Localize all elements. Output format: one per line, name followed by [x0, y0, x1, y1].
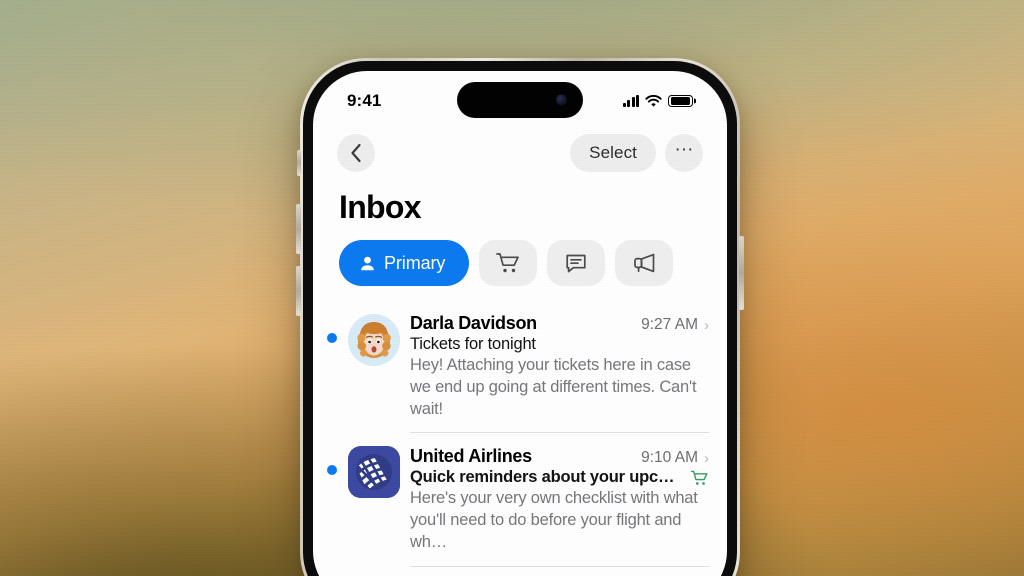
power-button[interactable] — [739, 236, 744, 310]
chevron-right-icon: › — [704, 449, 709, 467]
ellipsis-icon: ··· — [674, 138, 694, 160]
volume-down-button[interactable] — [296, 266, 301, 316]
page-title: Inbox — [339, 189, 422, 225]
status-indicators — [622, 94, 693, 108]
phone-screen: 9:41 Select ··· Inbox Primary Darla Davi… — [313, 71, 727, 576]
tab-primary[interactable]: Primary — [339, 240, 470, 286]
navigation-bar: Select ··· — [313, 125, 727, 177]
email-list: Darla Davidson 9:27 AM › Tickets for ton… — [313, 286, 727, 576]
united-airlines-logo-icon — [348, 446, 400, 499]
phone-bezel: 9:41 Select ··· Inbox Primary Darla Davi… — [303, 61, 737, 576]
unread-indicator — [327, 465, 337, 476]
memoji-avatar-icon — [348, 314, 400, 366]
wallpaper-background: 9:41 Select ··· Inbox Primary Darla Davi… — [0, 0, 1024, 576]
status-time: 9:41 — [347, 91, 382, 110]
avatar — [348, 314, 400, 366]
chevron-right-icon: › — [704, 316, 709, 334]
megaphone-icon — [633, 253, 655, 273]
shopping-cart-icon — [690, 469, 709, 487]
silent-switch[interactable] — [297, 150, 301, 176]
avatar — [348, 446, 400, 499]
battery-full-icon — [668, 94, 693, 108]
email-time: 9:27 AM — [641, 316, 698, 333]
tab-primary-label: Primary — [384, 252, 446, 273]
email-content: United Airlines 9:10 AM › Quick reminder… — [410, 432, 709, 565]
email-content: Liz, Kristina & Melody 8:58 AM › Friday … — [410, 565, 709, 576]
speech-bubble-icon — [566, 254, 586, 273]
email-meta: 9:27 AM › — [641, 316, 709, 334]
email-subject: Quick reminders about your upcoming… — [410, 468, 683, 487]
email-row[interactable]: Darla Davidson 9:27 AM › Tickets for ton… — [313, 300, 727, 432]
wifi-icon — [645, 94, 662, 107]
email-subject: Tickets for tonight — [410, 335, 536, 353]
status-bar: 9:41 — [313, 71, 727, 125]
select-button[interactable]: Select — [570, 134, 656, 172]
filter-tabs: Primary — [313, 226, 727, 286]
email-meta: 9:10 AM › — [641, 449, 709, 467]
tab-transactions[interactable] — [479, 240, 538, 286]
tab-promotions[interactable] — [615, 240, 674, 286]
email-row[interactable]: United Airlines 9:10 AM › Quick reminder… — [313, 432, 727, 565]
back-button[interactable] — [337, 134, 375, 172]
nav-right-actions: Select ··· — [570, 134, 703, 172]
shopping-cart-icon — [496, 253, 520, 273]
person-icon — [361, 256, 374, 270]
chevron-left-icon — [351, 143, 361, 163]
iphone-device: 9:41 Select ··· Inbox Primary Darla Davi… — [296, 58, 744, 576]
front-camera-icon — [556, 94, 567, 106]
email-content: Darla Davidson 9:27 AM › Tickets for ton… — [410, 300, 709, 432]
dynamic-island[interactable] — [457, 82, 583, 118]
email-preview: Here's your very own checklist with what… — [410, 489, 698, 551]
cellular-bars-icon — [622, 95, 639, 107]
email-sender: Darla Davidson — [410, 313, 537, 333]
unread-indicator — [327, 333, 337, 343]
email-sender: United Airlines — [410, 446, 532, 467]
more-options-button[interactable]: ··· — [665, 134, 703, 172]
volume-up-button[interactable] — [296, 204, 301, 254]
email-preview: Hey! Attaching your tickets here in case… — [410, 356, 697, 418]
email-time: 9:10 AM — [641, 449, 698, 467]
tab-updates[interactable] — [547, 240, 606, 286]
email-row[interactable]: Liz, Kristina & Melody 8:58 AM › Friday … — [313, 565, 727, 576]
